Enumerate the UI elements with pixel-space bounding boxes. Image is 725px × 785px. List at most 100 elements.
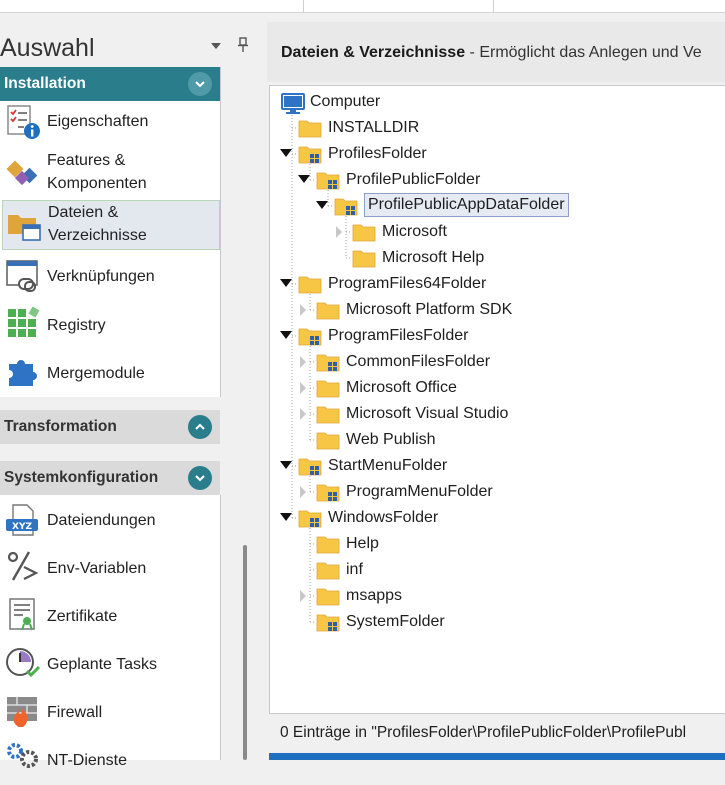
tree-node[interactable]: CommonFilesFolder (270, 350, 725, 374)
tree-node-label: ProgramFiles64Folder (328, 275, 487, 292)
group-header-transformation[interactable]: Transformation (0, 410, 220, 444)
tree-node[interactable]: ProgramFilesFolder (270, 324, 725, 348)
nav-item-features[interactable]: Features & Komponenten (0, 149, 220, 201)
tree-node[interactable]: Web Publish (270, 428, 725, 452)
tree-node-label: Microsoft Help (382, 249, 485, 266)
tree-node-label: Computer (310, 93, 381, 110)
tree-node[interactable]: Microsoft Visual Studio (270, 402, 725, 426)
puzzle-icon (5, 354, 41, 390)
tree-node-label: ProfilesFolder (328, 145, 427, 162)
nav-item-registry[interactable]: Registry (0, 302, 220, 350)
group-label: Installation (4, 75, 86, 92)
tree-node[interactable]: ProgramMenuFolder (270, 480, 725, 504)
tree-node[interactable]: ProfilePublicFolder (270, 168, 725, 192)
certificate-icon (5, 597, 41, 633)
tree-node-label: ProgramMenuFolder (346, 483, 493, 500)
status-bar: 0 Einträge in "ProfilesFolder\ProfilePub… (269, 713, 725, 753)
tree-node[interactable]: Computer (270, 90, 725, 114)
expander-expanded-icon[interactable] (280, 148, 292, 158)
nav-item-label: Verknüpfungen (47, 268, 155, 285)
tree-node[interactable]: msapps (270, 584, 725, 608)
left-pane-scrollbar[interactable] (243, 545, 247, 760)
tree-node[interactable]: Microsoft (270, 220, 725, 244)
nav-item-dateiendungen[interactable]: XYZ Dateiendungen (0, 497, 220, 545)
system-folder-icon (298, 144, 322, 164)
nav-item-dateien[interactable]: Dateien & Verzeichnisse (2, 200, 220, 250)
folder-icon (352, 222, 376, 242)
status-text: 0 Einträge in "ProfilesFolder\ProfilePub… (280, 724, 687, 741)
expander-expanded-icon[interactable] (280, 278, 292, 288)
system-folder-icon (316, 482, 340, 502)
tree-node-label: INSTALLDIR (328, 119, 420, 136)
tree-node-label: StartMenuFolder (328, 457, 448, 474)
nav-item-label: Firewall (47, 704, 103, 721)
expander-expanded-icon[interactable] (280, 330, 292, 340)
bottom-accent-bar (269, 753, 725, 760)
tree-node[interactable]: StartMenuFolder (270, 454, 725, 478)
expander-expanded-icon[interactable] (280, 512, 292, 522)
tree-node[interactable]: Microsoft Platform SDK (270, 298, 725, 322)
nav-item-zertifikate[interactable]: Zertifikate (0, 593, 220, 641)
expander-collapsed-icon[interactable] (334, 226, 344, 238)
tree-node-label: ProfilePublicAppDataFolder (364, 193, 569, 217)
nav-item-verknuepfungen[interactable]: Verknüpfungen (0, 253, 220, 301)
tree-node[interactable]: SystemFolder (270, 610, 725, 634)
nav-item-env-variablen[interactable]: Env-Variablen (0, 545, 220, 593)
svg-text:XYZ: XYZ (12, 522, 32, 532)
system-folder-icon (316, 170, 340, 190)
tree-node[interactable]: ProfilesFolder (270, 142, 725, 166)
computer-icon (280, 92, 306, 116)
nav-item-label: NT-Dienste (47, 752, 128, 769)
nav-item-label: Zertifikate (47, 608, 118, 625)
group-header-systemkonfiguration[interactable]: Systemkonfiguration (0, 461, 220, 495)
nav-item-geplante-tasks[interactable]: Geplante Tasks (0, 641, 220, 689)
nav-item-label: Dateiendungen (47, 512, 156, 529)
tree-node-label: WindowsFolder (328, 509, 439, 526)
chevron-down-icon[interactable] (188, 72, 212, 96)
expander-collapsed-icon[interactable] (298, 590, 308, 602)
tree-node-label: Microsoft (382, 223, 447, 240)
expander-collapsed-icon[interactable] (298, 304, 308, 316)
folder-icon (298, 274, 322, 294)
expander-collapsed-icon[interactable] (298, 486, 308, 498)
content-description: - Ermöglicht das Anlegen und Ve (465, 44, 702, 61)
folder-tree[interactable]: Computer INSTALLDIR ProfilesFolder ProfileP… (269, 85, 725, 713)
nav-item-firewall[interactable]: Firewall (0, 689, 220, 737)
registry-icon (5, 306, 41, 342)
nav-item-label-line2: Komponenten (47, 175, 147, 192)
folder-icon (316, 534, 340, 554)
folder-icon (316, 300, 340, 320)
tree-node[interactable]: INSTALLDIR (270, 116, 725, 140)
tree-node-label: Help (346, 535, 379, 552)
content-header: Dateien & Verzeichnisse - Ermöglicht das… (267, 22, 725, 82)
expander-expanded-icon[interactable] (316, 200, 328, 210)
chevron-up-icon[interactable] (188, 415, 212, 439)
env-variable-icon (5, 549, 41, 585)
content-title: Dateien & Verzeichnisse (281, 44, 466, 61)
group-label: Transformation (4, 418, 117, 435)
triangle-down-icon[interactable] (209, 39, 223, 53)
nav-item-label: Dateien & (48, 204, 119, 221)
nav-item-eigenschaften[interactable]: Eigenschaften (0, 98, 220, 146)
tree-node[interactable]: ProfilePublicAppDataFolder (270, 193, 725, 218)
pin-icon[interactable] (236, 37, 250, 53)
expander-collapsed-icon[interactable] (298, 382, 308, 394)
expander-collapsed-icon[interactable] (298, 356, 308, 368)
tree-node-label: ProgramFilesFolder (328, 327, 469, 344)
expander-expanded-icon[interactable] (280, 460, 292, 470)
tree-node[interactable]: Microsoft Help (270, 246, 725, 270)
group-header-installation[interactable]: Installation (0, 67, 220, 101)
installation-panel: Installation Eigenschaften Features & Ko… (0, 67, 221, 397)
expander-collapsed-icon[interactable] (298, 408, 308, 420)
tree-node[interactable]: WindowsFolder (270, 506, 725, 530)
tree-node-label: CommonFilesFolder (346, 353, 491, 370)
nav-item-mergemodule[interactable]: Mergemodule (0, 350, 220, 398)
nav-item-nt-dienste[interactable]: NT-Dienste (0, 737, 220, 785)
tree-node[interactable]: ProgramFiles64Folder (270, 272, 725, 296)
tree-node[interactable]: Help (270, 532, 725, 556)
tree-node-label: Microsoft Visual Studio (346, 405, 509, 422)
chevron-down-icon[interactable] (188, 466, 212, 490)
tree-node[interactable]: inf (270, 558, 725, 582)
tree-node[interactable]: Microsoft Office (270, 376, 725, 400)
expander-expanded-icon[interactable] (298, 174, 310, 184)
